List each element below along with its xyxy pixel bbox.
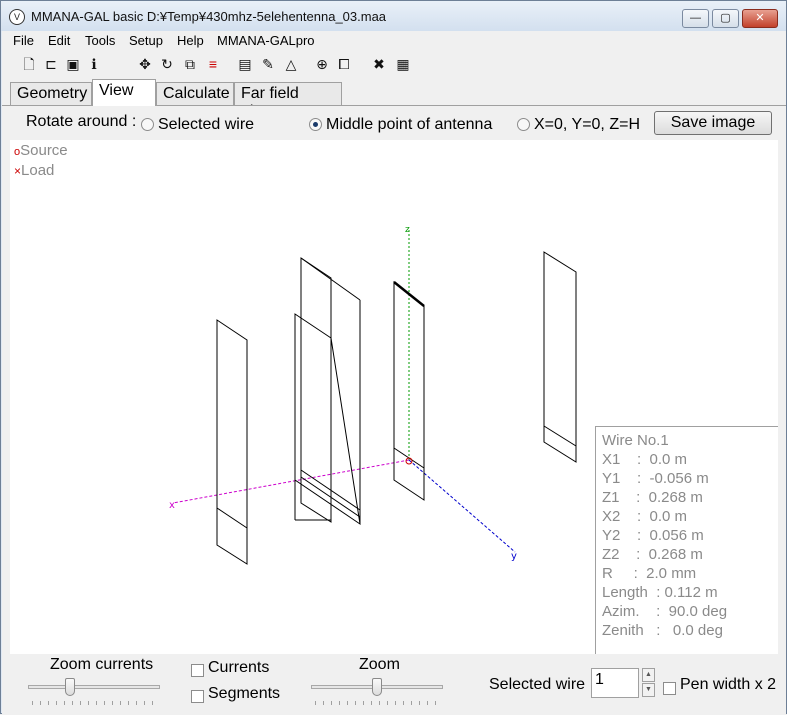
tab-geometry[interactable]: Geometry <box>10 82 92 105</box>
antenna-element-1-crossbar <box>216 507 248 529</box>
wire-info-y1: Y1 : -0.056 m <box>602 470 709 487</box>
menu-help[interactable]: Help <box>177 33 204 48</box>
menu-bar: File Edit Tools Setup Help MMANA-GALpro <box>2 31 786 51</box>
antenna-element-5-crossbar <box>543 425 577 447</box>
selected-wire-label: Selected wire <box>489 676 586 693</box>
x-axis-label: x <box>169 500 175 511</box>
triangle-icon[interactable]: △ <box>283 56 299 72</box>
wire-info-azimuth: Azim. : 90.0 deg <box>602 603 728 620</box>
y-axis-label: y <box>511 551 517 562</box>
save-disk-icon[interactable]: ▣ <box>65 56 81 72</box>
antenna-element-3 <box>294 313 361 526</box>
pen-width-checkbox[interactable] <box>663 682 676 695</box>
wire-info-y2: Y2 : 0.056 m <box>602 527 704 544</box>
resize-icon[interactable]: ⧉ <box>182 56 198 72</box>
wire-info-x2: X2 : 0.0 m <box>602 508 688 525</box>
radio-selected-wire-label[interactable]: Selected wire <box>158 116 254 134</box>
eraser-icon[interactable]: ✎ <box>260 56 276 72</box>
title-bar: V MMANA-GAL basic D:¥Temp¥430mhz-5elehen… <box>1 1 786 31</box>
tab-calculate[interactable]: Calculate <box>156 82 234 105</box>
calculator-icon[interactable]: ▦ <box>395 56 411 72</box>
antenna-element-5 <box>543 251 577 463</box>
info-icon[interactable]: ℹ <box>86 56 102 72</box>
wire-info-z2: Z2 : 0.268 m <box>602 546 703 563</box>
new-file-icon[interactable]: 🗋 <box>21 56 37 72</box>
tab-far-field-plots[interactable]: Far field plots <box>234 82 342 120</box>
menu-file[interactable]: File <box>13 33 34 48</box>
menu-mmana-galpro[interactable]: MMANA-GALpro <box>217 33 315 48</box>
bottom-controls: Zoom currents Currents Segments Zoom Sel… <box>2 654 786 715</box>
radio-selected-wire[interactable] <box>141 118 154 131</box>
antenna-view-canvas[interactable]: oSource ×Load z x y Wire No.1 X1: 0.0 m… <box>10 140 778 654</box>
radio-middle-point-label[interactable]: Middle point of antenna <box>326 116 492 134</box>
open-folder-icon[interactable]: ⊏ <box>43 56 59 72</box>
tab-view[interactable]: View <box>92 79 156 106</box>
rotate-options: Rotate around : Selected wire Middle poi… <box>2 106 786 140</box>
view-panel: Rotate around : Selected wire Middle poi… <box>2 105 786 715</box>
toolbar: 🗋 ⊏ ▣ ℹ ✥ ↻ ⧉ ≡ ▤ ✎ △ ⊕ ⧠ ✖ ▦ <box>2 51 786 79</box>
crosshair-icon[interactable]: ⊕ <box>314 56 330 72</box>
segments-label[interactable]: Segments <box>208 685 280 703</box>
zoom-currents-track[interactable] <box>28 685 160 689</box>
zoom-label: Zoom <box>359 656 400 673</box>
antenna-element-2 <box>300 257 332 523</box>
wire-info-z1: Z1 : 0.268 m <box>602 489 703 506</box>
segments-checkbox[interactable] <box>191 690 204 703</box>
spin-up-icon[interactable]: ▲ <box>642 668 655 682</box>
menu-edit[interactable]: Edit <box>48 33 70 48</box>
move-arrows-icon[interactable]: ✥ <box>137 56 153 72</box>
tab-strip: Geometry View Calculate Far field plots <box>2 79 786 120</box>
zoom-currents-label: Zoom currents <box>50 656 154 673</box>
x-axis-line <box>172 459 410 504</box>
rotate-icon[interactable]: ↻ <box>159 56 175 72</box>
radio-xyz-origin-label[interactable]: X=0, Y=0, Z=H <box>534 116 640 134</box>
document-icon[interactable]: ▤ <box>237 56 253 72</box>
maximize-button[interactable]: ▢ <box>712 9 739 28</box>
selected-wire-input[interactable]: 1 <box>591 668 639 698</box>
copy-icon[interactable]: ⧠ <box>336 56 352 72</box>
close-button[interactable]: ✕ <box>742 9 778 28</box>
zoom-ticks <box>315 701 441 705</box>
wire-info-panel: Wire No.1 X1 : 0.0 m Y1 : -0.056 m Z1 : … <box>595 426 778 654</box>
split-wire-icon[interactable]: ≡ <box>205 56 221 72</box>
currents-label[interactable]: Currents <box>208 659 269 677</box>
wire-info-title: Wire No.1 <box>602 432 669 449</box>
wire-info-radius: R : 2.0 mm <box>602 565 697 582</box>
app-window: V MMANA-GAL basic D:¥Temp¥430mhz-5elehen… <box>0 0 787 715</box>
menu-tools[interactable]: Tools <box>85 33 115 48</box>
radio-middle-point[interactable] <box>309 118 322 131</box>
radio-xyz-origin[interactable] <box>517 118 530 131</box>
zoom-currents-slider[interactable] <box>65 678 75 696</box>
wire-info-length: Length : 0.112 m <box>602 584 718 601</box>
wire-info-x1: X1 : 0.0 m <box>602 451 688 468</box>
minimize-button[interactable]: — <box>682 9 709 28</box>
y-axis-line <box>408 459 516 553</box>
pen-width-label[interactable]: Pen width x 2 <box>680 676 776 694</box>
save-image-button[interactable]: Save image <box>654 111 772 135</box>
antenna-element-1 <box>216 319 248 565</box>
menu-setup[interactable]: Setup <box>129 33 163 48</box>
window-title: MMANA-GAL basic D:¥Temp¥430mhz-5elehente… <box>31 9 387 24</box>
zoom-currents-ticks <box>32 701 158 705</box>
tools-icon[interactable]: ✖ <box>371 56 387 72</box>
wire-info-zenith: Zenith : 0.0 deg <box>602 622 723 639</box>
z-axis-label: z <box>405 225 410 235</box>
rotate-around-label: Rotate around : <box>26 113 137 130</box>
currents-checkbox[interactable] <box>191 664 204 677</box>
app-logo-icon: V <box>9 9 25 25</box>
spin-down-icon[interactable]: ▼ <box>642 683 655 697</box>
zoom-slider[interactable] <box>372 678 382 696</box>
